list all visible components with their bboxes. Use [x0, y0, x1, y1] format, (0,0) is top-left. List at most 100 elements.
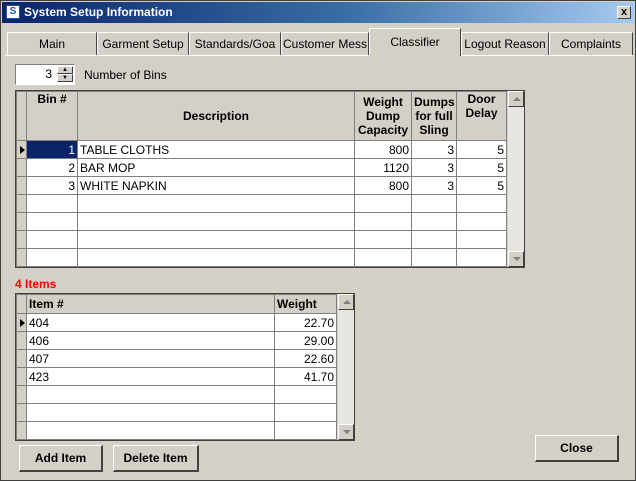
empty-cell[interactable] — [77, 230, 355, 249]
empty-cell[interactable] — [354, 230, 412, 249]
row-selector[interactable] — [16, 367, 27, 386]
empty-cell[interactable] — [354, 248, 412, 267]
delay-cell[interactable]: 5 — [456, 176, 507, 195]
table-row[interactable]: 3 WHITE NAPKIN 800 3 5 — [16, 176, 507, 195]
col-item-header[interactable]: Item # — [26, 294, 275, 314]
empty-row[interactable] — [16, 212, 507, 231]
table-row[interactable]: 406 29.00 — [16, 331, 337, 350]
empty-cell[interactable] — [77, 212, 355, 231]
empty-cell[interactable] — [456, 248, 507, 267]
empty-cell[interactable] — [411, 248, 457, 267]
col-delay-header[interactable]: Door Delay — [456, 91, 507, 141]
item-number-cell[interactable]: 404 — [26, 313, 275, 332]
tab-complaints[interactable]: Complaints — [549, 32, 633, 56]
empty-row[interactable] — [16, 421, 337, 440]
bin-number-cell[interactable]: 1 — [26, 140, 78, 159]
item-weight-cell[interactable]: 29.00 — [274, 331, 337, 350]
tab-classifier[interactable]: Classifier — [369, 28, 461, 56]
empty-cell[interactable] — [411, 212, 457, 231]
tab-garment-setup[interactable]: Garment Setup — [97, 32, 189, 56]
item-weight-cell[interactable]: 22.60 — [274, 349, 337, 368]
row-selector[interactable] — [16, 212, 27, 231]
empty-cell[interactable] — [26, 212, 78, 231]
row-selector[interactable] — [16, 230, 27, 249]
empty-cell[interactable] — [26, 248, 78, 267]
row-selector[interactable] — [16, 248, 27, 267]
row-selector[interactable] — [16, 158, 27, 177]
delay-cell[interactable]: 5 — [456, 140, 507, 159]
spin-up-icon[interactable]: ▲ — [57, 66, 73, 74]
row-selector[interactable] — [16, 331, 27, 350]
tab-logout-reason[interactable]: Logout Reason — [461, 32, 549, 56]
add-item-button[interactable]: Add Item — [19, 445, 103, 472]
col-weight-header[interactable]: Weight Dump Capacity — [354, 91, 412, 141]
scroll-down-button[interactable] — [508, 251, 524, 267]
col-item-weight-header[interactable]: Weight — [274, 294, 337, 314]
empty-cell[interactable] — [354, 194, 412, 213]
col-bin-header[interactable]: Bin # — [26, 91, 78, 141]
empty-cell[interactable] — [26, 230, 78, 249]
weight-cell[interactable]: 1120 — [354, 158, 412, 177]
description-cell[interactable]: TABLE CLOTHS — [77, 140, 355, 159]
empty-cell[interactable] — [274, 421, 337, 440]
table-row[interactable]: 404 22.70 — [16, 313, 337, 332]
row-selector[interactable] — [16, 194, 27, 213]
delete-item-button[interactable]: Delete Item — [113, 445, 199, 472]
tab-customer-messages[interactable]: Customer Mess — [281, 32, 369, 56]
row-selector[interactable] — [16, 421, 27, 440]
scroll-up-button[interactable] — [508, 91, 524, 107]
row-selector[interactable] — [16, 349, 27, 368]
empty-cell[interactable] — [354, 212, 412, 231]
bin-number-cell[interactable]: 3 — [26, 176, 78, 195]
dumps-cell[interactable]: 3 — [411, 176, 457, 195]
weight-cell[interactable]: 800 — [354, 140, 412, 159]
empty-cell[interactable] — [411, 194, 457, 213]
empty-row[interactable] — [16, 403, 337, 422]
close-icon[interactable]: x — [617, 6, 631, 19]
empty-cell[interactable] — [77, 194, 355, 213]
description-cell[interactable]: BAR MOP — [77, 158, 355, 177]
dumps-cell[interactable]: 3 — [411, 158, 457, 177]
item-weight-cell[interactable]: 22.70 — [274, 313, 337, 332]
number-of-bins-spinner[interactable]: 3 ▲ ▼ — [15, 64, 75, 85]
bin-grid[interactable]: Bin # Description Weight Dump Capacity D… — [15, 90, 525, 268]
row-selector[interactable] — [16, 313, 27, 332]
table-row[interactable]: 423 41.70 — [16, 367, 337, 386]
empty-cell[interactable] — [26, 421, 275, 440]
row-selector[interactable] — [16, 140, 27, 159]
title-bar[interactable]: S System Setup Information x — [2, 2, 634, 23]
col-dumps-header[interactable]: Dumps for full Sling — [411, 91, 457, 141]
scroll-up-button[interactable] — [338, 294, 354, 310]
tab-main[interactable]: Main — [7, 32, 97, 56]
description-cell[interactable]: WHITE NAPKIN — [77, 176, 355, 195]
items-grid[interactable]: Item # Weight 404 22.70 406 29.00 407 22… — [15, 293, 355, 441]
empty-cell[interactable] — [456, 212, 507, 231]
table-row[interactable]: 1 TABLE CLOTHS 800 3 5 — [16, 140, 507, 159]
row-selector[interactable] — [16, 176, 27, 195]
row-selector[interactable] — [16, 403, 27, 422]
col-description-header[interactable]: Description — [77, 91, 355, 141]
empty-row[interactable] — [16, 248, 507, 267]
table-row[interactable]: 2 BAR MOP 1120 3 5 — [16, 158, 507, 177]
bins-count-value[interactable]: 3 — [45, 67, 52, 81]
empty-cell[interactable] — [456, 194, 507, 213]
empty-cell[interactable] — [274, 385, 337, 404]
bin-grid-scrollbar[interactable] — [507, 91, 524, 267]
empty-cell[interactable] — [77, 248, 355, 267]
empty-cell[interactable] — [26, 194, 78, 213]
empty-cell[interactable] — [26, 385, 275, 404]
row-selector[interactable] — [16, 385, 27, 404]
empty-row[interactable] — [16, 230, 507, 249]
item-number-cell[interactable]: 406 — [26, 331, 275, 350]
empty-cell[interactable] — [26, 403, 275, 422]
empty-row[interactable] — [16, 194, 507, 213]
table-row[interactable]: 407 22.60 — [16, 349, 337, 368]
scroll-down-button[interactable] — [338, 424, 354, 440]
tab-standards-goals[interactable]: Standards/Goa — [189, 32, 281, 56]
item-number-cell[interactable]: 423 — [26, 367, 275, 386]
empty-cell[interactable] — [456, 230, 507, 249]
item-number-cell[interactable]: 407 — [26, 349, 275, 368]
dumps-cell[interactable]: 3 — [411, 140, 457, 159]
delay-cell[interactable]: 5 — [456, 158, 507, 177]
item-weight-cell[interactable]: 41.70 — [274, 367, 337, 386]
